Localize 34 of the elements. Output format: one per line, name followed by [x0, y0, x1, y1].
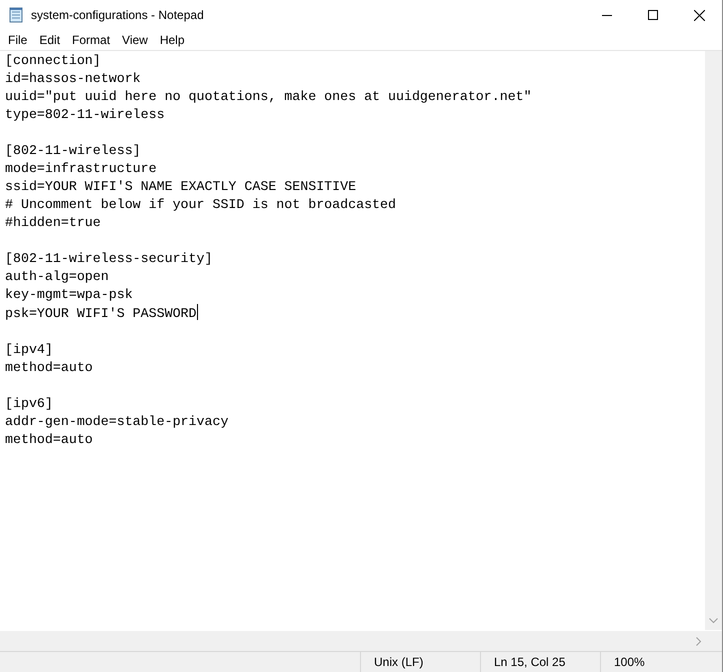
text-line: [802-11-wireless-security]	[5, 250, 212, 268]
scroll-down-icon[interactable]	[709, 618, 718, 624]
text-line: key-mgmt=wpa-psk	[5, 286, 133, 304]
text-line: [ipv4]	[5, 341, 53, 359]
status-text: 100%	[614, 655, 645, 669]
window-title: system-configurations - Notepad	[31, 8, 204, 22]
text-line: uuid="put uuid here no quotations, make ones at uuidgenerator.net"	[5, 88, 532, 106]
text-line: [ipv6]	[5, 395, 53, 413]
scroll-right-icon[interactable]	[696, 636, 702, 646]
menu-item[interactable]: Help	[154, 31, 191, 49]
status-text: Unix (LF)	[374, 655, 424, 669]
text-line: auth-alg=open	[5, 268, 109, 286]
status-text: Ln 15, Col 25	[494, 655, 566, 669]
close-icon	[694, 10, 704, 20]
text-line: ssid=YOUR WIFI'S NAME EXACTLY CASE SENSITIVE	[5, 178, 356, 196]
text-line: #hidden=true	[5, 214, 101, 232]
menu-item[interactable]: Edit	[33, 31, 66, 49]
text-line: # Uncomment below if your SSID is not broadcasted	[5, 196, 396, 214]
text-line: method=auto	[5, 359, 93, 377]
text-line: addr-gen-mode=stable-privacy	[5, 413, 228, 431]
horizontal-scrollbar[interactable]	[0, 630, 722, 651]
menu-item[interactable]: View	[116, 31, 154, 49]
text-line: method=auto	[5, 431, 93, 449]
text-line: psk=YOUR WIFI'S PASSWORD	[5, 304, 198, 323]
text-line: [connection]	[5, 52, 101, 70]
menu-item[interactable]: Format	[66, 31, 116, 49]
text-line: mode=infrastructure	[5, 160, 157, 178]
text-line: type=802-11-wireless	[5, 106, 165, 124]
text-line: id=hassos-network	[5, 70, 141, 88]
vertical-scrollbar[interactable]	[705, 51, 722, 630]
menu-item[interactable]: File	[2, 31, 34, 49]
text-line: [802-11-wireless]	[5, 142, 141, 160]
maximize-icon	[648, 10, 658, 20]
notepad-icon	[9, 7, 23, 23]
